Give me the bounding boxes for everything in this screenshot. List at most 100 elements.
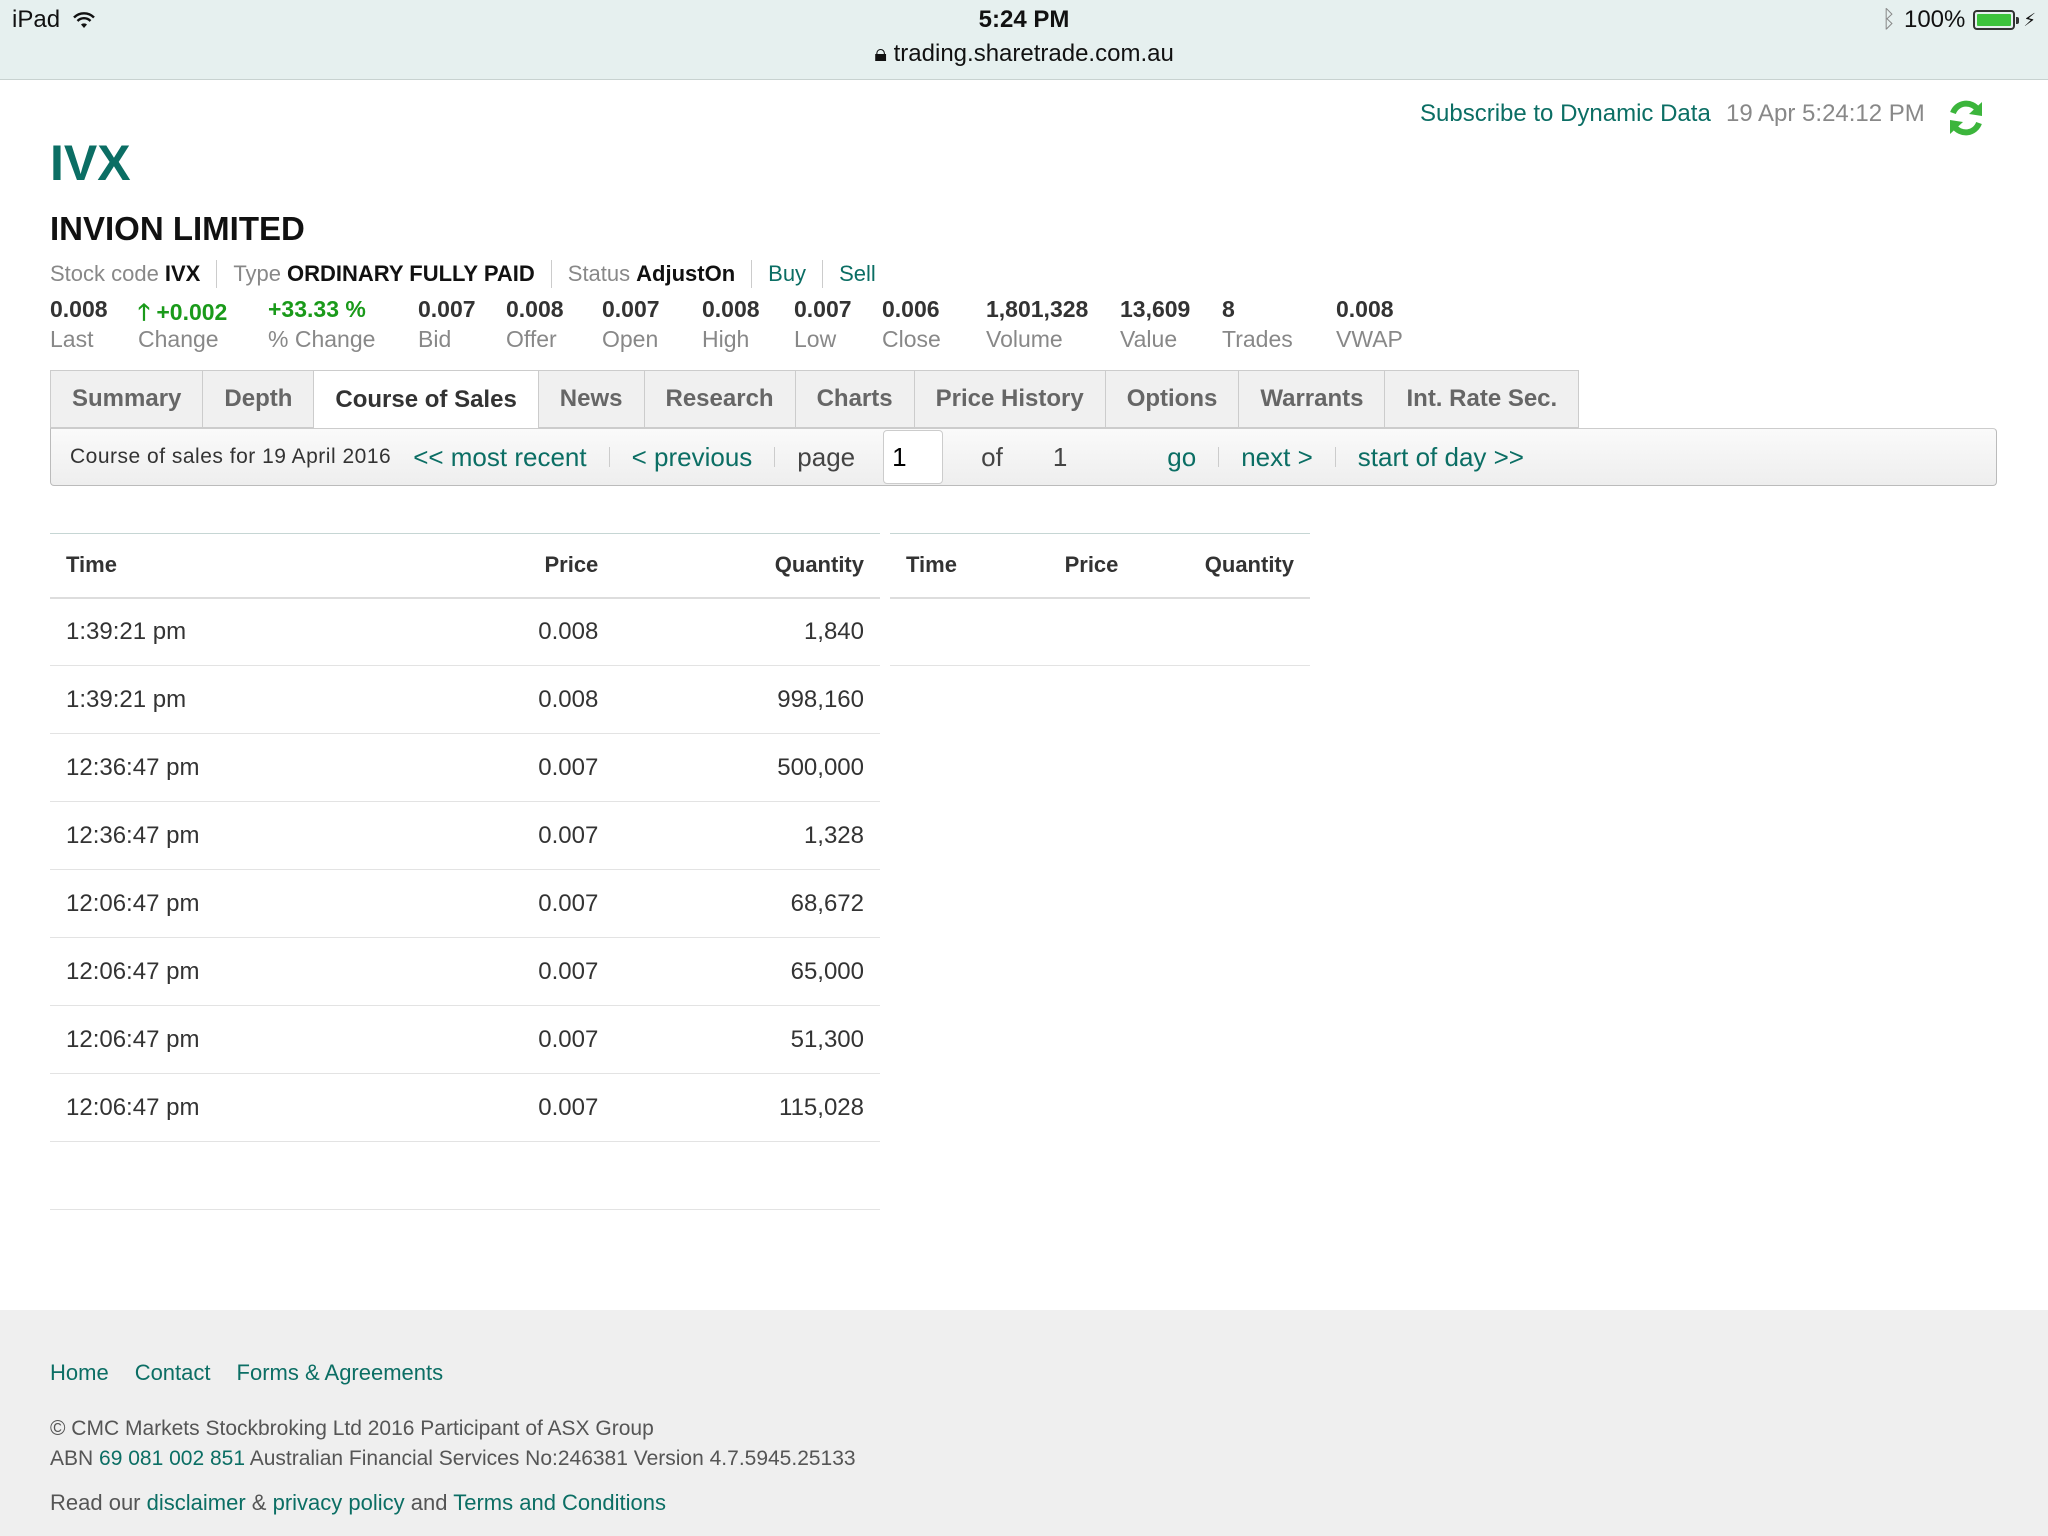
col-price: Price	[412, 533, 615, 599]
table-row: 1:39:21 pm 0.008 998,160	[50, 665, 880, 734]
tab-research[interactable]: Research	[643, 370, 795, 428]
next-link[interactable]: next >	[1241, 442, 1313, 473]
disclaimer-link[interactable]: disclaimer	[147, 1490, 246, 1515]
url-text: trading.sharetrade.com.au	[893, 40, 1174, 67]
tab-bar: Summary Depth Course of Sales News Resea…	[50, 370, 1580, 430]
col-price: Price	[1010, 533, 1135, 599]
divider	[608, 447, 610, 467]
col-quantity: Quantity	[1134, 533, 1310, 599]
copyright-text: © CMC Markets Stockbroking Ltd 2016 Part…	[50, 1417, 654, 1440]
privacy-policy-link[interactable]: privacy policy	[273, 1490, 405, 1515]
pager-description: Course of sales for 19 April 2016	[70, 445, 392, 468]
footer: Home Contact Forms & Agreements © CMC Ma…	[0, 1310, 2048, 1536]
stat-value: 13,609 Value	[1120, 296, 1191, 352]
terms-link[interactable]: Terms and Conditions	[453, 1490, 666, 1515]
table-row: 12:06:47 pm 0.007 65,000	[50, 937, 880, 1006]
start-of-day-link[interactable]: start of day >>	[1358, 442, 1524, 473]
price-stats: 0.008 Last 🡑 +0.002 Change +33.33 %% Chan…	[50, 296, 1426, 353]
sell-link[interactable]: Sell	[839, 261, 876, 287]
footer-links: Home Contact Forms & Agreements	[50, 1360, 443, 1386]
divider	[751, 260, 753, 288]
table-row-empty	[890, 597, 1310, 666]
table-header-row: Time Price Quantity	[890, 533, 1310, 599]
divider	[822, 260, 824, 288]
table-row: 12:06:47 pm 0.007 68,672	[50, 869, 880, 938]
stat-vwap: 0.008 VWAP	[1336, 296, 1403, 352]
lock-icon: 🔒︎	[874, 40, 887, 67]
subscribe-dynamic-data-link[interactable]: Subscribe to Dynamic Data	[1420, 100, 1711, 128]
battery-icon	[1973, 10, 2020, 30]
status-value: AdjustOn	[636, 261, 736, 286]
page-input[interactable]	[883, 430, 944, 484]
course-of-sales-pager: Course of sales for 19 April 2016 << mos…	[50, 428, 1997, 486]
most-recent-link[interactable]: << most recent	[413, 442, 586, 473]
tab-depth[interactable]: Depth	[202, 370, 314, 428]
tab-int-rate-sec[interactable]: Int. Rate Sec.	[1384, 370, 1580, 428]
table-row: 12:36:47 pm 0.007 1,328	[50, 801, 880, 870]
stat-trades: 8 Trades	[1222, 296, 1293, 352]
stat-low: 0.007 Low	[794, 296, 852, 352]
stat-change: 🡑 +0.002 Change	[138, 299, 228, 352]
data-timestamp: 19 Apr 5:24:12 PM	[1726, 100, 1925, 127]
footer-contact-link[interactable]: Contact	[135, 1360, 211, 1386]
read-our-text: Read our	[50, 1490, 141, 1515]
stat-bid: 0.007 Bid	[418, 296, 476, 352]
stock-code-value: IVX	[164, 261, 201, 286]
bluetooth-icon: ᛒ	[1881, 6, 1896, 33]
status-bar: iPad 5:24 PM 🔒︎ trading.sharetrade.com.a…	[0, 0, 2048, 80]
trades-table-right: Time Price Quantity	[890, 533, 1310, 666]
refresh-icon[interactable]	[1944, 96, 1988, 140]
stat-pct-change: +33.33 %% Change	[268, 296, 376, 352]
tab-charts[interactable]: Charts	[794, 370, 914, 428]
footer-copyright: © CMC Markets Stockbroking Ltd 2016 Part…	[50, 1414, 856, 1474]
charging-icon: ⚡︎	[2023, 9, 2036, 30]
tab-warrants[interactable]: Warrants	[1238, 370, 1385, 428]
abn-label: ABN	[50, 1447, 94, 1470]
tab-summary[interactable]: Summary	[50, 370, 203, 428]
stat-high: 0.008 High	[702, 296, 760, 352]
previous-link[interactable]: < previous	[632, 442, 753, 473]
status-label: Status	[567, 261, 631, 286]
tab-course-of-sales[interactable]: Course of Sales	[313, 370, 538, 430]
table-row: 12:06:47 pm 0.007 115,028	[50, 1073, 880, 1142]
tab-options[interactable]: Options	[1104, 370, 1239, 428]
table-row: 12:36:47 pm 0.007 500,000	[50, 733, 880, 802]
stock-meta: Stock code IVX Type ORDINARY FULLY PAID …	[50, 260, 876, 288]
stat-last: 0.008 Last	[50, 296, 108, 352]
amp-text: &	[251, 1490, 267, 1515]
footer-forms-link[interactable]: Forms & Agreements	[237, 1360, 444, 1386]
footer-legal: Read our disclaimer & privacy policy and…	[50, 1490, 666, 1516]
stock-code-label: Stock code	[50, 261, 159, 286]
total-pages: 1	[1052, 441, 1068, 472]
go-link[interactable]: go	[1167, 442, 1196, 473]
stock-code-title: IVX	[50, 135, 131, 191]
afs-text: Australian Financial Services No:246381 …	[249, 1447, 856, 1470]
buy-link[interactable]: Buy	[768, 261, 806, 287]
footer-home-link[interactable]: Home	[50, 1360, 109, 1386]
divider	[1218, 447, 1220, 467]
tab-price-history[interactable]: Price History	[913, 370, 1105, 428]
tab-news[interactable]: News	[537, 370, 644, 428]
page-label: page	[797, 441, 856, 472]
up-arrow-icon: 🡑	[138, 299, 150, 325]
stat-open: 0.007 Open	[602, 296, 660, 352]
divider	[216, 260, 218, 288]
of-label: of	[981, 441, 1003, 472]
type-label: Type	[233, 261, 282, 286]
clock: 5:24 PM	[978, 6, 1070, 33]
stat-offer: 0.008 Offer	[506, 296, 564, 352]
divider	[1334, 447, 1336, 467]
stat-close: 0.006 Close	[882, 296, 941, 352]
divider	[774, 447, 776, 467]
col-quantity: Quantity	[614, 533, 880, 599]
and-text: and	[410, 1490, 448, 1515]
col-time: Time	[890, 533, 1011, 599]
table-header-row: Time Price Quantity	[50, 533, 880, 599]
type-value: ORDINARY FULLY PAID	[287, 261, 535, 286]
trades-table-left: Time Price Quantity 1:39:21 pm 0.008 1,840…	[50, 533, 880, 1210]
table-row-empty	[50, 1141, 880, 1210]
address-bar[interactable]: 🔒︎ trading.sharetrade.com.au	[0, 40, 2048, 68]
abn-link[interactable]: 69 081 002 851	[99, 1447, 245, 1470]
company-name: INVION LIMITED	[50, 210, 305, 247]
table-row: 12:06:47 pm 0.007 51,300	[50, 1005, 880, 1074]
